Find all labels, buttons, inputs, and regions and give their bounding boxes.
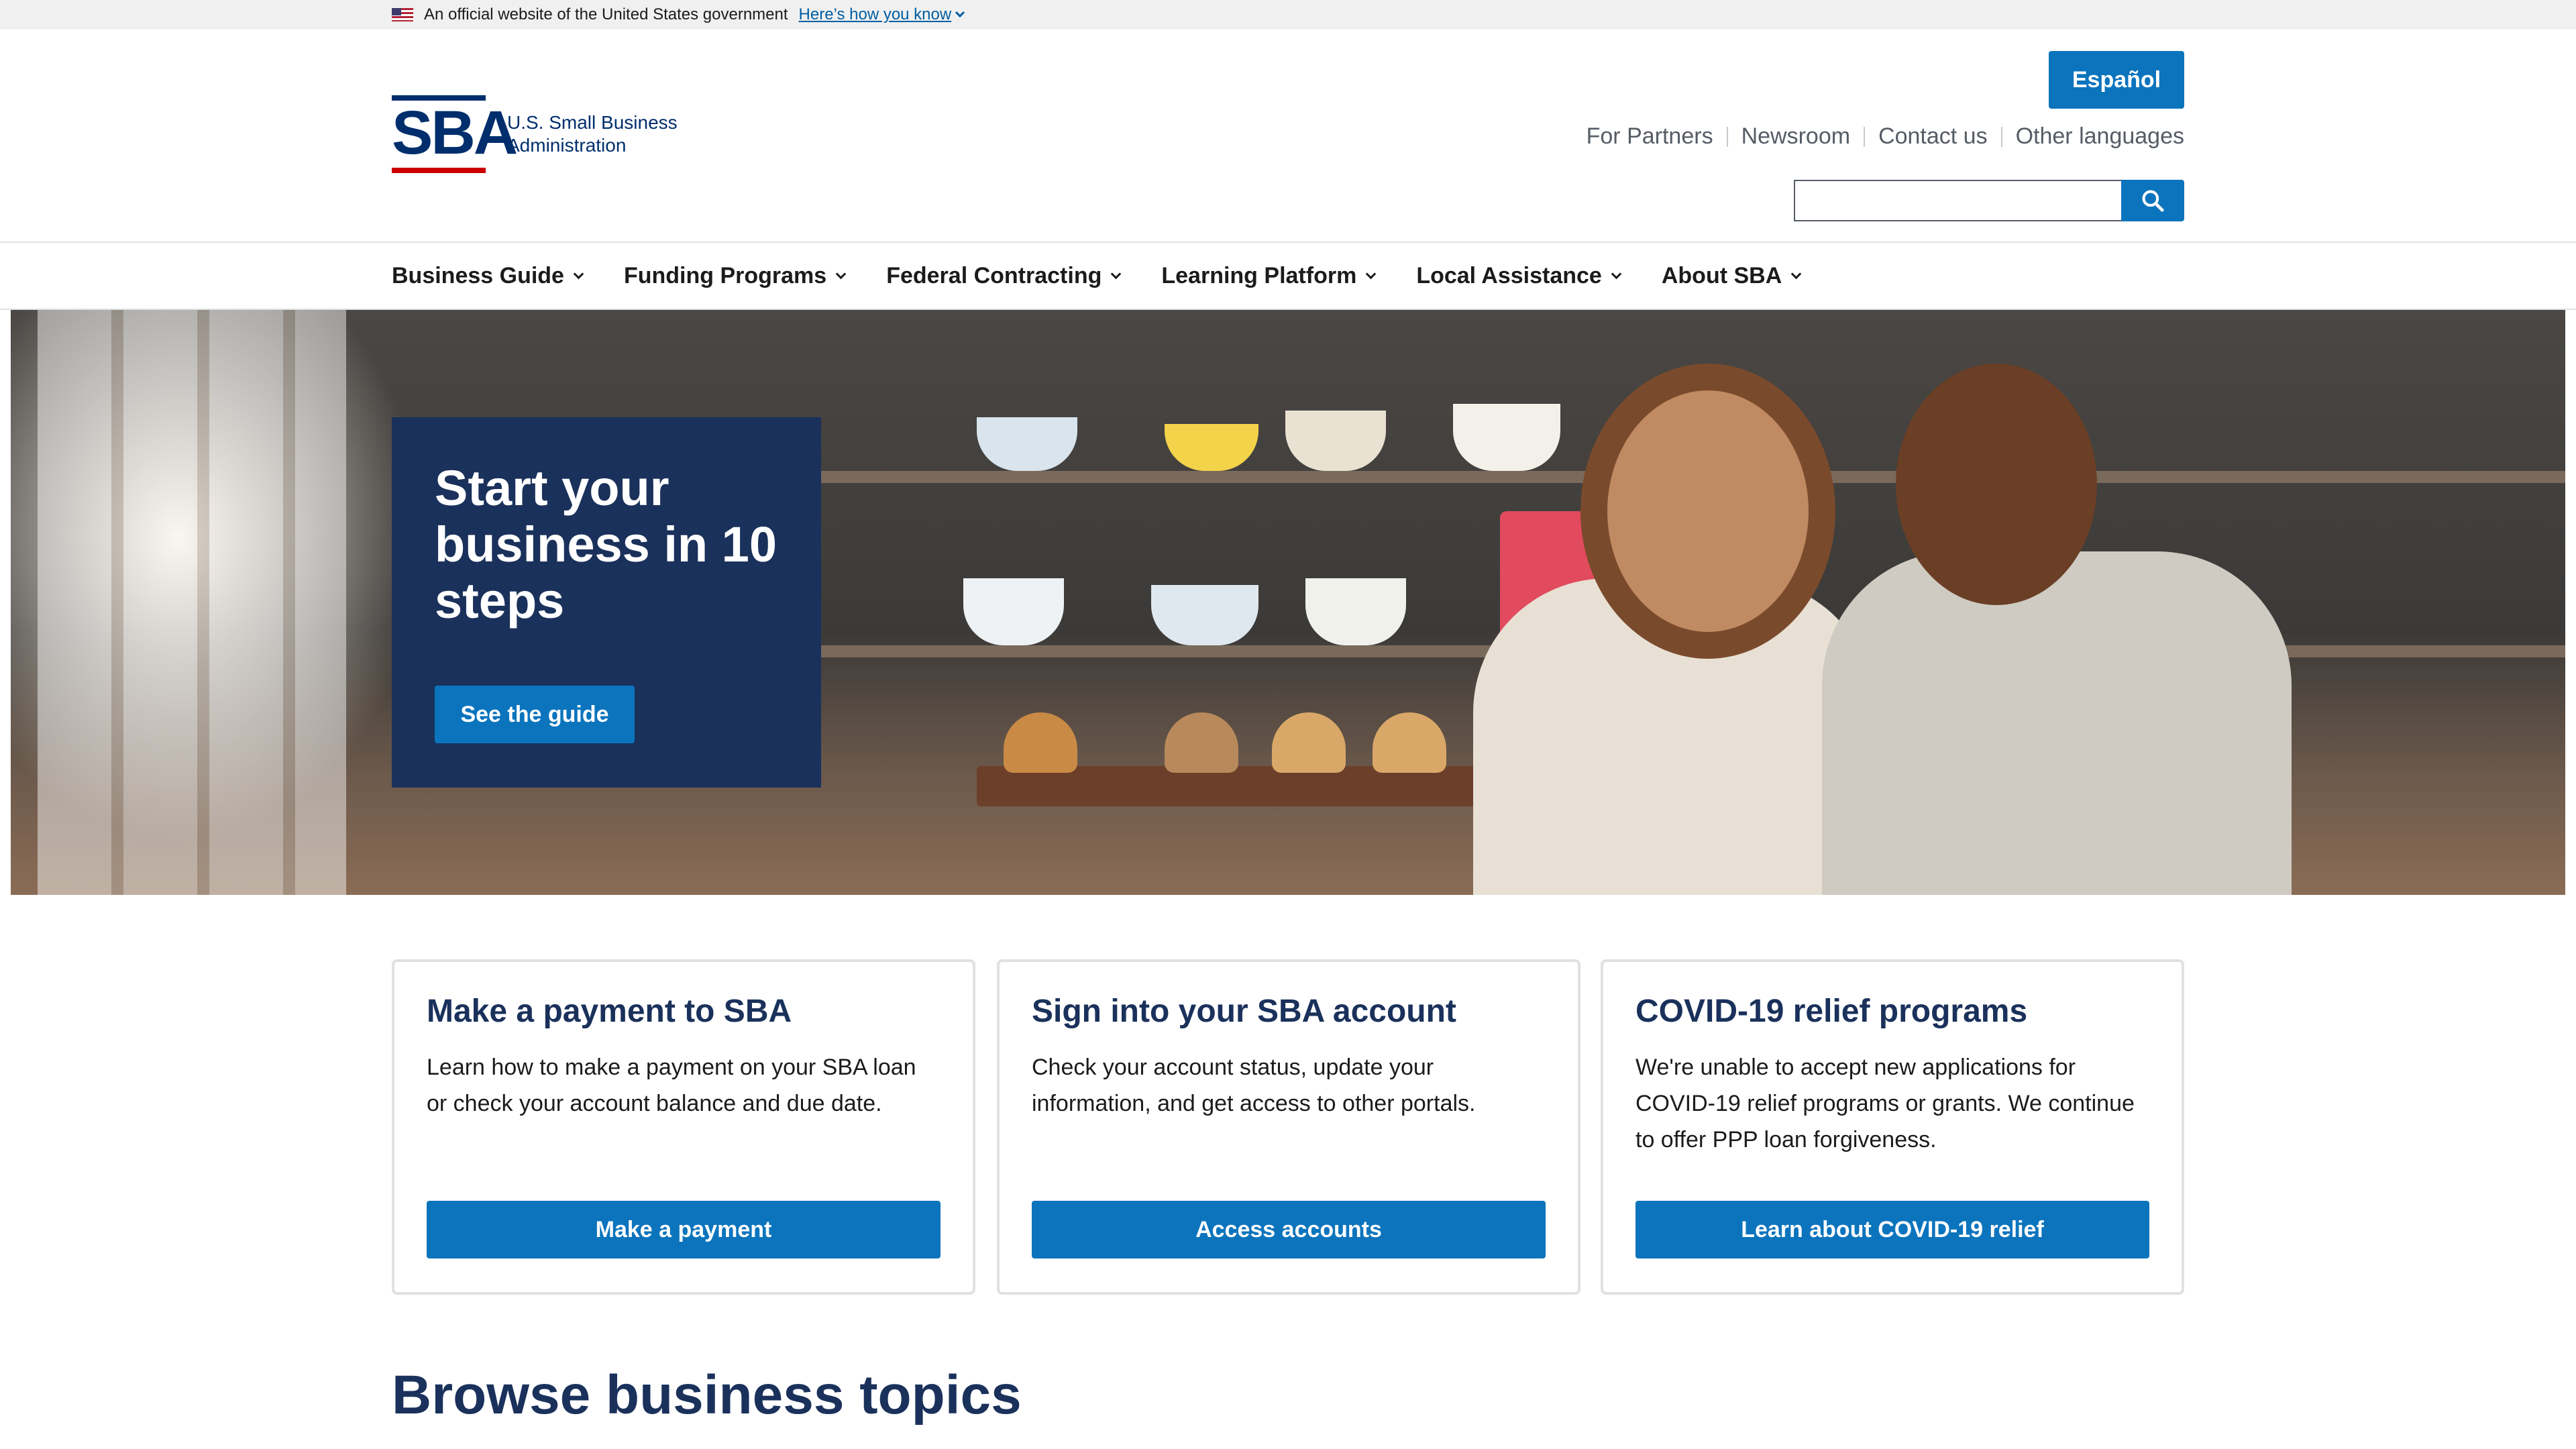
hero-title: Start your business in 10 steps xyxy=(435,460,777,629)
gov-banner-text: An official website of the United States… xyxy=(424,5,788,23)
sba-logo-letters: SBA xyxy=(392,99,518,167)
chevron-down-icon xyxy=(835,268,847,279)
card-body: Check your account status, update your i… xyxy=(1032,1055,1476,1116)
nav-label: About SBA xyxy=(1661,262,1782,288)
card-body: We're unable to accept new applications … xyxy=(1635,1055,2135,1152)
heres-how-you-know-link[interactable]: Here’s how you know xyxy=(798,5,965,24)
hero-pastry xyxy=(1165,712,1238,773)
sba-logo[interactable]: SBA U.S. Small Business Administration xyxy=(392,95,678,173)
nav-label: Federal Contracting xyxy=(886,262,1102,288)
hero-bowl xyxy=(1151,585,1258,645)
search-icon xyxy=(2142,190,2164,212)
payment-card: Make a payment to SBA Learn how to make … xyxy=(392,959,975,1295)
card-title: Make a payment to SBA xyxy=(427,994,792,1029)
browse-topics-heading: Browse business topics xyxy=(392,1364,1022,1426)
hero-bowl xyxy=(1285,411,1386,471)
nav-federal-contracting[interactable]: Federal Contracting xyxy=(886,262,1122,289)
hero-bowl xyxy=(977,417,1077,471)
hero-window-light xyxy=(38,310,346,895)
covid-relief-card: COVID-19 relief programs We're unable to… xyxy=(1601,959,2184,1295)
logo-line-2: Administration xyxy=(507,135,627,156)
card-title: Sign into your SBA account xyxy=(1032,994,1456,1029)
nav-funding-programs[interactable]: Funding Programs xyxy=(623,262,847,289)
see-the-guide-button[interactable]: See the guide xyxy=(435,686,635,743)
chevron-down-icon xyxy=(955,7,965,18)
nav-about-sba[interactable]: About SBA xyxy=(1661,262,1802,289)
contact-us-link[interactable]: Contact us xyxy=(1878,123,1988,150)
chevron-down-icon xyxy=(1611,268,1622,279)
us-flag-icon xyxy=(392,8,413,21)
espanol-button[interactable]: Español xyxy=(2049,51,2184,109)
search-form xyxy=(1794,180,2184,221)
access-accounts-button[interactable]: Access accounts xyxy=(1032,1201,1546,1258)
divider xyxy=(2000,126,2002,147)
other-languages-link[interactable]: Other languages xyxy=(2016,123,2184,150)
hero-card: Start your business in 10 steps See the … xyxy=(392,417,821,788)
hero-pastry xyxy=(1004,712,1077,773)
logo-line-1: U.S. Small Business xyxy=(507,112,678,133)
hero-person-woman xyxy=(1473,578,1876,895)
hero-pastry xyxy=(1272,712,1346,773)
divider xyxy=(1726,126,1728,147)
chevron-down-icon xyxy=(1791,268,1802,279)
main-nav-items: Business Guide Funding Programs Federal … xyxy=(392,243,1841,309)
divider xyxy=(1864,126,1866,147)
nav-business-guide[interactable]: Business Guide xyxy=(392,262,584,289)
hero-person-woman-face xyxy=(1607,390,1809,632)
sba-logo-text: U.S. Small Business Administration xyxy=(507,111,678,157)
make-payment-button[interactable]: Make a payment xyxy=(427,1201,941,1258)
gov-banner-content: An official website of the United States… xyxy=(392,0,965,30)
nav-label: Business Guide xyxy=(392,262,564,288)
hero-person-man xyxy=(1822,551,2292,895)
nav-label: Local Assistance xyxy=(1416,262,1602,288)
hero-person-man-face xyxy=(1896,364,2097,605)
hero-bowl xyxy=(963,578,1064,645)
hero-pastry xyxy=(1373,712,1446,773)
learn-covid-relief-button[interactable]: Learn about COVID-19 relief xyxy=(1635,1201,2149,1258)
card-body: Learn how to make a payment on your SBA … xyxy=(427,1055,916,1116)
hero-bowl xyxy=(1305,578,1406,645)
sba-logo-mark: SBA xyxy=(392,95,518,173)
newsroom-link[interactable]: Newsroom xyxy=(1741,123,1850,150)
main-nav: Business Guide Funding Programs Federal … xyxy=(0,241,2576,310)
for-partners-link[interactable]: For Partners xyxy=(1587,123,1713,150)
nav-learning-platform[interactable]: Learning Platform xyxy=(1161,262,1377,289)
chevron-down-icon xyxy=(573,268,584,279)
hero-bowl xyxy=(1165,424,1258,471)
search-button[interactable] xyxy=(2121,180,2184,221)
search-input[interactable] xyxy=(1794,180,2121,221)
utility-nav: For Partners Newsroom Contact us Other l… xyxy=(1587,123,2184,150)
chevron-down-icon xyxy=(1366,268,1377,279)
nav-label: Funding Programs xyxy=(623,262,827,288)
card-title: COVID-19 relief programs xyxy=(1635,994,2028,1029)
chevron-down-icon xyxy=(1111,268,1122,279)
nav-label: Learning Platform xyxy=(1161,262,1357,288)
hero-bowl xyxy=(1453,404,1560,471)
gov-banner: An official website of the United States… xyxy=(0,0,2576,30)
account-card: Sign into your SBA account Check your ac… xyxy=(997,959,1580,1295)
heres-how-you-know-label: Here’s how you know xyxy=(798,5,952,23)
nav-local-assistance[interactable]: Local Assistance xyxy=(1416,262,1622,289)
